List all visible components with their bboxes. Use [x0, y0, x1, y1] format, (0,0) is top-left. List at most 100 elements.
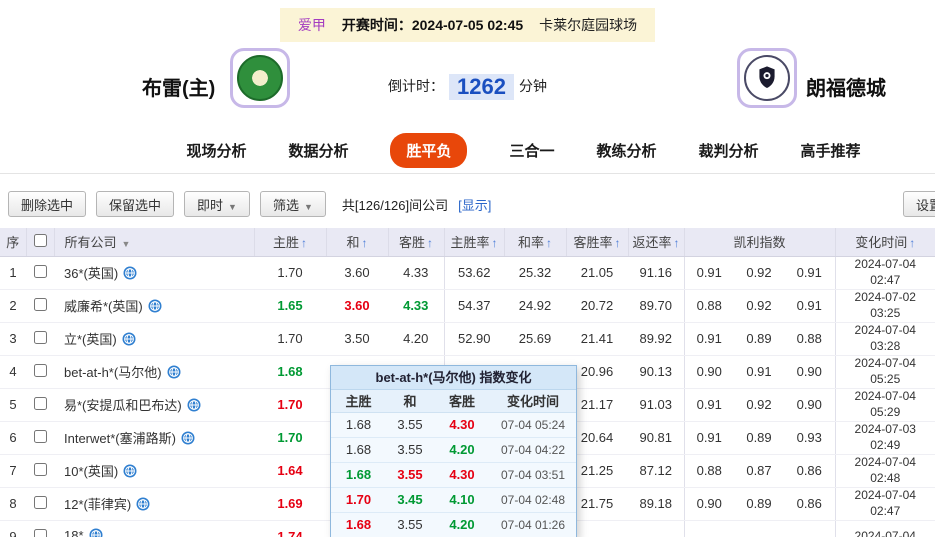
header-kelly-label: 凯利指数 — [733, 235, 786, 251]
home-odds-cell: 1.65 — [254, 289, 326, 323]
change-time-cell: 2024-07-04 05:25 — [835, 355, 935, 389]
header-home-rate[interactable]: 主胜率 ↑ — [444, 228, 505, 257]
keep-selected-button[interactable]: 保留选中 — [96, 191, 175, 217]
company-name[interactable]: 12*(菲律宾) — [64, 497, 131, 512]
return-rate-cell — [628, 520, 685, 537]
company-name[interactable]: 36*(英国) — [64, 266, 118, 281]
tab-three-in-one[interactable]: 三合一 — [509, 140, 554, 161]
globe-icon[interactable] — [148, 299, 162, 316]
caret-down-icon: ▼ — [121, 239, 131, 250]
company-cell: 10*(英国) — [54, 454, 254, 488]
filter-dropdown[interactable]: 筛选 ▼ — [259, 191, 326, 217]
globe-icon[interactable] — [181, 431, 195, 448]
kelly-home-cell: 0.91 — [684, 421, 734, 455]
company-name[interactable]: 威廉希*(英国) — [64, 299, 143, 314]
draw-odds: 3.60 — [344, 298, 370, 313]
instant-dropdown[interactable]: 即时 ▼ — [184, 191, 250, 217]
sort-asc-icon[interactable]: ↑ — [427, 236, 433, 250]
globe-icon[interactable] — [89, 528, 103, 537]
sort-asc-icon[interactable]: ↑ — [909, 236, 915, 250]
match-header: 布雷(主) 倒计时： 1262 分钟 朗福德城 — [0, 44, 935, 128]
row-checkbox[interactable] — [33, 429, 47, 443]
match-info-bar: 爱甲 开赛时间：2024-07-05 02:45 卡莱尔庭园球场 — [0, 8, 935, 42]
row-checkbox[interactable] — [33, 330, 47, 344]
popup-home-odds: 1.68 — [345, 442, 372, 457]
header-company-label: 所有公司 — [64, 235, 117, 251]
company-name[interactable]: Interwet*(塞浦路斯) — [64, 431, 176, 446]
globe-icon[interactable] — [187, 398, 201, 415]
delete-selected-button[interactable]: 删除选中 — [8, 191, 87, 217]
company-name[interactable]: 10*(英国) — [64, 464, 118, 479]
header-draw-rate[interactable]: 和率 ↑ — [504, 228, 567, 257]
row-check-cell — [26, 355, 54, 389]
kelly-draw-cell: 0.91 — [734, 355, 784, 389]
company-cell: 威廉希*(英国) — [54, 289, 254, 323]
kelly-draw-cell: 0.87 — [734, 454, 784, 488]
change-date-line: 2024-07-04 — [854, 355, 916, 370]
row-seq: 1 — [0, 256, 26, 290]
sort-asc-icon[interactable]: ↑ — [546, 236, 552, 250]
company-name[interactable]: bet-at-h*(马尔他) — [64, 365, 162, 380]
popup-home-odds: 1.68 — [345, 467, 372, 482]
show-link[interactable]: [显示] — [458, 195, 491, 214]
header-change-time[interactable]: 变化时间 ↑ — [835, 228, 935, 257]
sort-asc-icon[interactable]: ↑ — [362, 236, 368, 250]
sort-asc-icon[interactable]: ↑ — [492, 236, 498, 250]
home-odds-cell: 1.69 — [254, 487, 326, 521]
header-away-rate[interactable]: 客胜率 ↑ — [566, 228, 629, 257]
row-checkbox[interactable] — [33, 396, 47, 410]
company-cell: 12*(菲律宾) — [54, 487, 254, 521]
row-checkbox[interactable] — [33, 528, 47, 537]
popup-home-odds: 1.68 — [345, 517, 372, 532]
popup-draw-cell: 3.55 — [386, 437, 434, 463]
popup-draw-odds: 3.55 — [397, 467, 423, 482]
change-date-line: 2024-07-04 — [854, 528, 916, 537]
row-checkbox[interactable] — [33, 363, 47, 377]
popup-home-cell: 1.68 — [331, 412, 386, 438]
draw-odds: 3.50 — [344, 331, 370, 346]
change-date-line: 2024-07-04 — [854, 487, 916, 502]
row-checkbox[interactable] — [33, 264, 47, 278]
company-name[interactable]: 立*(英国) — [64, 332, 117, 347]
popup-draw-cell: 3.55 — [386, 412, 434, 438]
row-checkbox[interactable] — [33, 297, 47, 311]
kelly-draw-cell: 0.92 — [734, 289, 784, 323]
kelly-away-cell: 0.86 — [784, 454, 836, 488]
row-seq: 7 — [0, 454, 26, 488]
globe-icon[interactable] — [167, 365, 181, 382]
sort-asc-icon[interactable]: ↑ — [674, 236, 680, 250]
sort-asc-icon[interactable]: ↑ — [615, 236, 621, 250]
header-company[interactable]: 所有公司 ▼ — [54, 228, 255, 257]
sort-asc-icon[interactable]: ↑ — [301, 236, 307, 250]
kelly-away-cell: 0.91 — [784, 289, 836, 323]
header-draw-odds[interactable]: 和 ↑ — [326, 228, 389, 257]
countdown-unit: 分钟 — [518, 78, 547, 94]
caret-down-icon: ▼ — [303, 201, 313, 212]
row-checkbox[interactable] — [33, 495, 47, 509]
company-name[interactable]: 18* — [64, 528, 84, 537]
globe-icon[interactable] — [136, 497, 150, 514]
tab-referee-analysis[interactable]: 裁判分析 — [699, 140, 759, 161]
globe-icon[interactable] — [123, 464, 137, 481]
header-away-odds[interactable]: 客胜 ↑ — [388, 228, 445, 257]
caret-down-icon: ▼ — [228, 201, 237, 212]
company-cell: 易*(安提瓜和巴布达) — [54, 388, 254, 422]
settings-button[interactable]: 设置/说明 — [903, 191, 935, 217]
tab-live-analysis[interactable]: 现场分析 — [186, 140, 246, 161]
header-return-rate[interactable]: 返还率 ↑ — [628, 228, 685, 257]
kelly-home-cell — [684, 520, 734, 537]
tab-win-draw-lose[interactable]: 胜平负 — [390, 133, 468, 168]
row-checkbox[interactable] — [33, 462, 47, 476]
globe-icon[interactable] — [122, 332, 136, 349]
company-name[interactable]: 易*(安提瓜和巴布达) — [64, 398, 182, 413]
globe-icon[interactable] — [123, 266, 137, 283]
tab-coach-analysis[interactable]: 教练分析 — [597, 140, 657, 161]
league-link[interactable]: 爱甲 — [298, 15, 326, 35]
header-home-odds[interactable]: 主胜 ↑ — [254, 228, 327, 257]
select-all-checkbox[interactable] — [33, 233, 47, 247]
change-time-cell: 2024-07-02 03:25 — [835, 289, 935, 323]
change-clock-line: 02:48 — [870, 470, 901, 485]
tab-expert-picks[interactable]: 高手推荐 — [801, 140, 861, 161]
tab-data-analysis[interactable]: 数据分析 — [288, 140, 348, 161]
popup-away-odds: 4.20 — [449, 517, 475, 532]
